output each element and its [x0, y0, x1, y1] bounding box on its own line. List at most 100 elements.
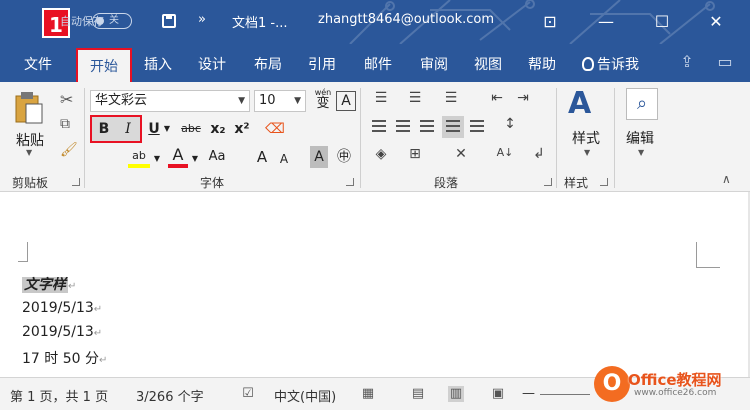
tab-file[interactable]: 文件 — [24, 54, 52, 74]
superscript-button[interactable]: x² — [232, 118, 252, 140]
copy-icon[interactable]: ⧉ — [60, 116, 70, 132]
underline-button[interactable]: U — [146, 118, 162, 140]
show-marks-icon[interactable]: ↲ — [528, 146, 550, 162]
highlight-button[interactable]: ab — [128, 148, 150, 168]
account-name[interactable]: zhangtt8464@outlook.com — [318, 12, 494, 27]
paragraph-launcher-icon[interactable] — [544, 178, 552, 186]
bold-button[interactable]: B — [94, 118, 114, 140]
read-mode-icon[interactable]: ▤ — [410, 386, 426, 402]
editing-label[interactable]: 编辑 — [626, 128, 654, 148]
close-button[interactable]: ✕ — [696, 8, 736, 36]
minimize-button[interactable]: — — [586, 8, 626, 36]
web-layout-icon[interactable]: ▣ — [490, 386, 506, 402]
search-icon[interactable]: ⌕ — [626, 88, 658, 120]
align-right-icon[interactable] — [420, 120, 434, 132]
paragraph-mark: ↵ — [93, 328, 103, 339]
tell-me-search[interactable]: 告诉我 — [582, 54, 639, 74]
increase-indent-icon[interactable]: ⇥ — [512, 90, 534, 106]
language[interactable]: 中文(中国) — [274, 386, 336, 405]
tab-home[interactable]: 开始 — [76, 48, 132, 82]
character-shading-button[interactable]: A — [310, 146, 328, 168]
doc-line-1[interactable]: 文字样 ↵ — [22, 274, 76, 294]
font-launcher-icon[interactable] — [346, 178, 354, 186]
distributed-icon[interactable] — [470, 120, 484, 132]
doc-line-3[interactable]: 2019/5/13↵ — [22, 324, 102, 340]
quick-access-more-icon[interactable]: » — [198, 12, 206, 27]
selected-text[interactable]: 文字样 — [22, 277, 68, 293]
shrink-font-button[interactable]: A — [276, 148, 292, 170]
decrease-indent-icon[interactable]: ⇤ — [486, 90, 508, 106]
paste-icon[interactable] — [14, 90, 44, 124]
font-color-button[interactable]: A — [168, 146, 188, 168]
grow-font-button[interactable]: A — [254, 146, 270, 168]
shading-icon[interactable]: ◈ — [370, 146, 392, 162]
maximize-button[interactable]: ☐ — [642, 8, 682, 36]
styles-icon[interactable]: A — [568, 86, 591, 121]
tab-view[interactable]: 视图 — [474, 54, 502, 74]
align-left-icon[interactable] — [372, 120, 386, 132]
share-icon[interactable]: ⇪ — [676, 52, 698, 72]
bullets-icon[interactable]: ☰ — [370, 90, 392, 106]
multilevel-list-icon[interactable]: ☰ — [440, 90, 462, 106]
word-count[interactable]: 3/266 个字 — [136, 386, 204, 405]
margin-corner-right — [696, 242, 720, 268]
paste-dropdown-icon[interactable]: ▼ — [26, 148, 32, 157]
tab-insert[interactable]: 插入 — [144, 54, 172, 74]
tab-review[interactable]: 审阅 — [420, 54, 448, 74]
tab-mailings[interactable]: 邮件 — [364, 54, 392, 74]
italic-button[interactable]: I — [118, 118, 138, 140]
tab-layout[interactable]: 布局 — [254, 54, 282, 74]
character-border-button[interactable]: A — [336, 91, 356, 111]
line-spacing-icon[interactable]: ↕ — [498, 116, 522, 132]
sort-icon[interactable]: A↓ — [494, 146, 516, 159]
subscript-button[interactable]: x₂ — [208, 118, 228, 140]
doc-line-2[interactable]: 2019/5/13↵ — [22, 300, 102, 316]
collapse-ribbon-icon[interactable]: ∧ — [722, 172, 731, 186]
change-case-button[interactable]: Aa — [204, 146, 230, 168]
doc-line-text: 2019/5/13 — [22, 324, 94, 340]
numbering-icon[interactable]: ☰ — [404, 90, 426, 106]
tab-references[interactable]: 引用 — [308, 54, 336, 74]
justify-button[interactable] — [442, 116, 464, 138]
chevron-down-icon[interactable]: ▼ — [162, 118, 172, 140]
cut-icon[interactable]: ✂ — [60, 90, 73, 109]
document-area[interactable]: 文字样 ↵ 2019/5/13↵ 2019/5/13↵ 17 时 50 分↵ — [0, 192, 750, 377]
format-painter-icon[interactable]: 🖌 — [60, 142, 78, 158]
tab-design[interactable]: 设计 — [198, 54, 226, 74]
chevron-down-icon[interactable]: ▼ — [638, 148, 644, 157]
office-logo-icon: O — [594, 366, 630, 402]
autosave-toggle[interactable]: 关 — [92, 13, 132, 29]
clear-formatting-icon[interactable]: ⌫ — [264, 118, 286, 140]
lightbulb-icon — [582, 57, 594, 71]
font-name-combo[interactable]: 华文彩云 ▼ — [90, 90, 250, 112]
styles-launcher-icon[interactable] — [600, 178, 608, 186]
divider — [360, 88, 361, 188]
macro-icon[interactable]: ▦ — [360, 386, 376, 402]
phonetic-guide-button[interactable]: wén 变 — [312, 88, 334, 112]
strikethrough-button[interactable]: abc — [178, 118, 204, 140]
print-layout-icon[interactable]: ▥ — [448, 386, 464, 402]
zoom-slider[interactable] — [540, 394, 590, 395]
ribbon-display-options-icon[interactable]: ⊡ — [530, 8, 570, 36]
borders-icon[interactable]: ⊞ — [404, 146, 426, 162]
styles-label[interactable]: 样式 — [572, 128, 600, 148]
save-icon[interactable] — [162, 14, 176, 28]
divider — [84, 88, 85, 188]
proofing-icon[interactable]: ☑ — [240, 386, 256, 402]
chevron-down-icon[interactable]: ▼ — [190, 148, 200, 170]
chinese-layout-icon[interactable]: ✕ — [450, 146, 472, 162]
paragraph-mark: ↵ — [98, 355, 108, 366]
chevron-down-icon[interactable]: ▼ — [584, 148, 590, 157]
enclose-characters-button[interactable]: ㊥ — [334, 146, 354, 168]
comments-icon[interactable]: ▭ — [714, 52, 736, 72]
doc-line-4[interactable]: 17 时 50 分↵ — [22, 348, 107, 368]
zoom-out-button[interactable]: — — [522, 386, 535, 401]
page-count[interactable]: 第 1 页，共 1 页 — [10, 386, 108, 405]
font-size-combo[interactable]: 10 ▼ — [254, 90, 306, 112]
styles-group-label: 样式 — [564, 176, 589, 190]
chevron-down-icon[interactable]: ▼ — [152, 148, 162, 170]
clipboard-launcher-icon[interactable] — [72, 178, 80, 186]
ribbon-tabs: 文件 开始 插入 设计 布局 引用 邮件 审阅 视图 帮助 告诉我 ⇪ ▭ — [0, 44, 750, 82]
align-center-icon[interactable] — [396, 120, 410, 132]
tab-help[interactable]: 帮助 — [528, 54, 556, 74]
